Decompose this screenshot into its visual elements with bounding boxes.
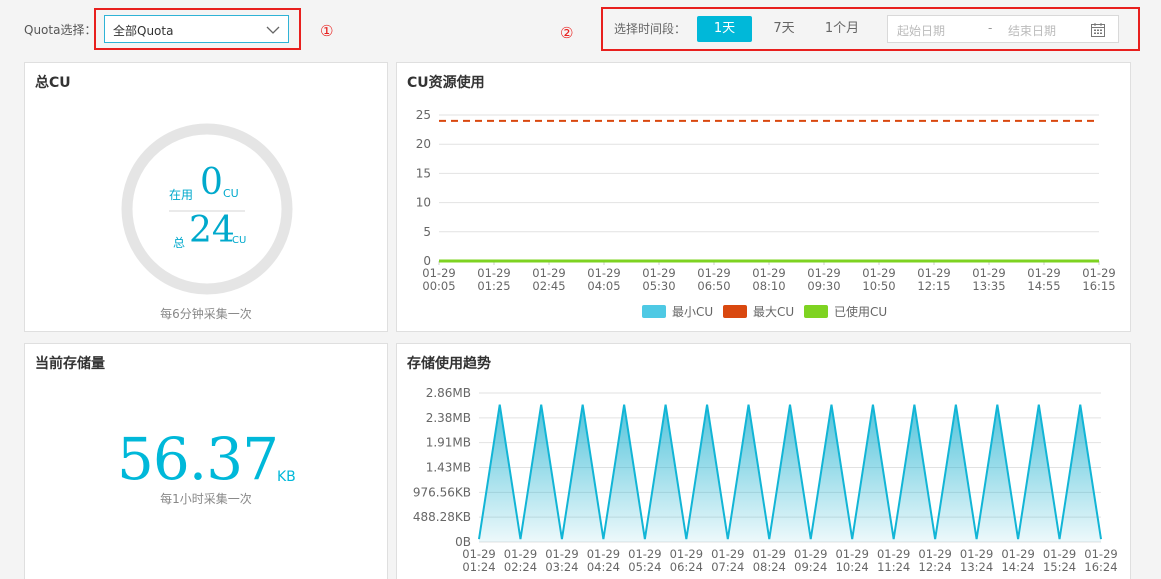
y-tick-label: 2.38MB: [426, 411, 471, 425]
chevron-down-icon: [266, 26, 280, 34]
x-tick-label: 01-29 14:55: [1027, 266, 1060, 293]
storage-unit: KB: [277, 469, 296, 485]
x-tick-label: 01-29 04:05: [587, 266, 620, 293]
x-tick-label: 01-29 13:24: [960, 547, 993, 574]
x-tick-label: 01-29 10:50: [862, 266, 895, 293]
y-tick-label: 976.56KB: [413, 485, 471, 499]
x-tick-label: 01-29 02:45: [532, 266, 565, 293]
x-tick-label: 01-29 02:24: [504, 547, 537, 574]
x-tick-label: 01-29 14:24: [1001, 547, 1034, 574]
start-date-input[interactable]: 起始日期: [897, 22, 945, 39]
calendar-icon[interactable]: [1090, 22, 1106, 38]
x-tick-label: 01-29 12:15: [917, 266, 950, 293]
x-tick-label: 01-29 11:24: [877, 547, 910, 574]
x-tick-label: 01-29 06:24: [670, 547, 703, 574]
legend-label: 最小CU: [672, 305, 713, 319]
time-option-7days[interactable]: 7天: [766, 16, 802, 42]
x-tick-label: 01-29 09:30: [807, 266, 840, 293]
cu-ring-gauge: [121, 123, 293, 295]
y-tick-label: 25: [416, 108, 431, 122]
panel-title: 总CU: [35, 75, 71, 91]
date-range-picker[interactable]: 起始日期 - 结束日期: [887, 15, 1119, 43]
y-tick-label: 20: [416, 137, 431, 151]
y-tick-label: 488.28KB: [413, 510, 471, 524]
x-tick-label: 01-29 07:24: [711, 547, 744, 574]
legend-label: 最大CU: [753, 305, 794, 319]
date-range-separator: -: [988, 21, 993, 35]
storage-trend-panel: 存储使用趋势 0B 488.28KB 976.56KB 1.43MB 1.91MB 2.3…: [396, 343, 1131, 579]
cu-usage-chart: 051015202501-29 00:0501-29 01:2501-29 02:45…: [416, 108, 1116, 319]
storage-trend-chart: 0B488.28KB976.56KB1.43MB1.91MB2.38MB2.86…: [413, 386, 1118, 574]
y-tick-label: 2.86MB: [426, 386, 471, 400]
annotation-marker-2: ②: [560, 24, 574, 42]
collection-note: 每6分钟采集一次: [160, 307, 252, 321]
x-tick-label: 01-29 05:24: [628, 547, 661, 574]
in-use-value: 0: [200, 162, 223, 203]
x-tick-label: 01-29 06:50: [697, 266, 730, 293]
x-tick-label: 01-29 13:35: [972, 266, 1005, 293]
panel-title: 当前存储量: [35, 356, 105, 372]
in-use-unit: CU: [223, 187, 239, 200]
time-option-1month[interactable]: 1个月: [820, 16, 864, 42]
x-tick-label: 01-29 08:10: [752, 266, 785, 293]
time-range-label: 选择时间段：: [614, 22, 687, 36]
x-tick-label: 01-29 12:24: [918, 547, 951, 574]
y-tick-label: 1.43MB: [426, 461, 471, 475]
legend-swatch: [723, 305, 747, 318]
total-unit: CU: [232, 235, 247, 246]
y-tick-label: 1.91MB: [426, 436, 471, 450]
total-cu-panel: 总CU 在用 0 CU 总 24 CU 每6分钟采集一次: [24, 62, 388, 332]
x-tick-label: 01-29 09:24: [794, 547, 827, 574]
y-tick-label: 15: [416, 166, 431, 180]
total-label: 总: [173, 236, 186, 250]
annotation-marker-1: ①: [320, 22, 334, 40]
legend-label: 已使用CU: [834, 304, 887, 319]
x-tick-label: 01-29 04:24: [587, 547, 620, 574]
quota-select[interactable]: 全部Quota: [104, 15, 289, 43]
storage-value: 56.37: [117, 425, 279, 493]
y-tick-label: 10: [416, 196, 431, 210]
x-tick-label: 01-29 16:24: [1084, 547, 1117, 574]
quota-select-value: 全部Quota: [113, 24, 174, 38]
x-tick-label: 01-29 01:25: [477, 266, 510, 293]
in-use-label: 在用: [169, 188, 194, 202]
storage-note: 每1小时采集一次: [160, 492, 252, 506]
storage-panel: 当前存储量 56.37 KB 每1小时采集一次: [24, 343, 388, 579]
time-option-1day[interactable]: 1天: [697, 16, 752, 42]
x-tick-label: 01-29 00:05: [422, 266, 455, 293]
quota-select-label: Quota选择：: [24, 23, 97, 37]
cu-usage-panel: CU资源使用 0 5 10 15 20 25 01-29 00:05 01-29 01:25 01-…: [396, 62, 1131, 332]
total-value: 24: [189, 210, 235, 251]
x-tick-label: 01-29 01:24: [462, 547, 495, 574]
x-tick-label: 01-29 15:24: [1043, 547, 1076, 574]
legend-swatch: [804, 305, 828, 318]
x-tick-label: 01-29 03:24: [545, 547, 578, 574]
x-tick-label: 01-29 08:24: [753, 547, 786, 574]
x-tick-label: 01-29 05:30: [642, 266, 675, 293]
legend-swatch: [642, 305, 666, 318]
x-tick-label: 01-29 16:15: [1082, 266, 1115, 293]
x-tick-label: 01-29 10:24: [835, 547, 868, 574]
y-tick-label: 5: [423, 225, 431, 239]
end-date-input[interactable]: 结束日期: [1008, 22, 1056, 39]
